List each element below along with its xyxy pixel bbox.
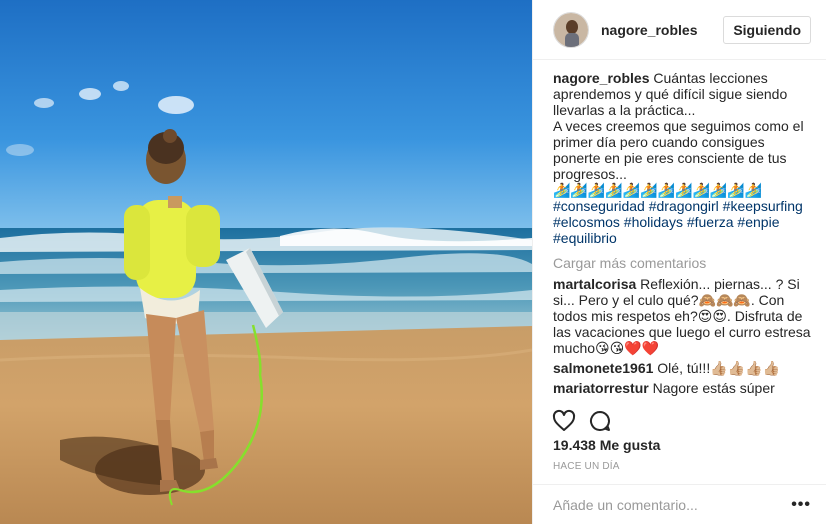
post-header: nagore_robles Siguiendo <box>533 0 826 60</box>
avatar-image <box>554 12 588 47</box>
post-sidebar: nagore_robles Siguiendo nagore_robles Cu… <box>532 0 826 524</box>
comment-item: martalcorisa Reflexión... piernas... ? S… <box>553 276 815 356</box>
comment-item: salmonete1961 Olé, tú!!!👍🏼👍🏼👍🏼👍🏼 <box>553 360 815 376</box>
author-username[interactable]: nagore_robles <box>601 22 723 38</box>
caption-username[interactable]: nagore_robles <box>553 70 649 86</box>
more-options-icon[interactable]: ••• <box>791 496 811 514</box>
add-comment-bar: ••• <box>533 484 826 524</box>
avatar[interactable] <box>553 11 589 48</box>
caption-hashtags[interactable]: #conseguridad #dragongirl #keepsurfing #… <box>553 198 807 246</box>
comment-bubble-icon[interactable] <box>585 406 615 436</box>
heart-icon[interactable] <box>549 406 579 436</box>
comment-input[interactable] <box>553 496 792 513</box>
comment-username[interactable]: salmonete1961 <box>553 360 653 376</box>
comment-item: mariatorrestur Nagore estás súper guapa <box>553 380 815 401</box>
post-photo[interactable] <box>0 0 532 524</box>
comment-username[interactable]: martalcorisa <box>553 276 636 292</box>
surf-photo-illustration <box>0 0 532 524</box>
load-more-comments-link[interactable]: Cargar más comentarios <box>553 254 815 272</box>
comment-username[interactable]: mariatorrestur <box>553 380 649 396</box>
following-button[interactable]: Siguiendo <box>723 15 811 44</box>
post-actions <box>549 406 811 436</box>
caption-text: Cuántas lecciones aprendemos y qué difíc… <box>553 70 804 198</box>
post-timestamp[interactable]: Hace un día <box>553 461 620 472</box>
comment-text: Olé, tú!!!👍🏼👍🏼👍🏼👍🏼 <box>653 360 780 376</box>
post-caption: nagore_robles Cuántas lecciones aprendem… <box>553 70 815 246</box>
comments-list[interactable]: nagore_robles Cuántas lecciones aprendem… <box>553 70 815 401</box>
instagram-post: nagore_robles Siguiendo nagore_robles Cu… <box>0 0 826 524</box>
likes-count[interactable]: 19.438 Me gusta <box>553 437 660 453</box>
